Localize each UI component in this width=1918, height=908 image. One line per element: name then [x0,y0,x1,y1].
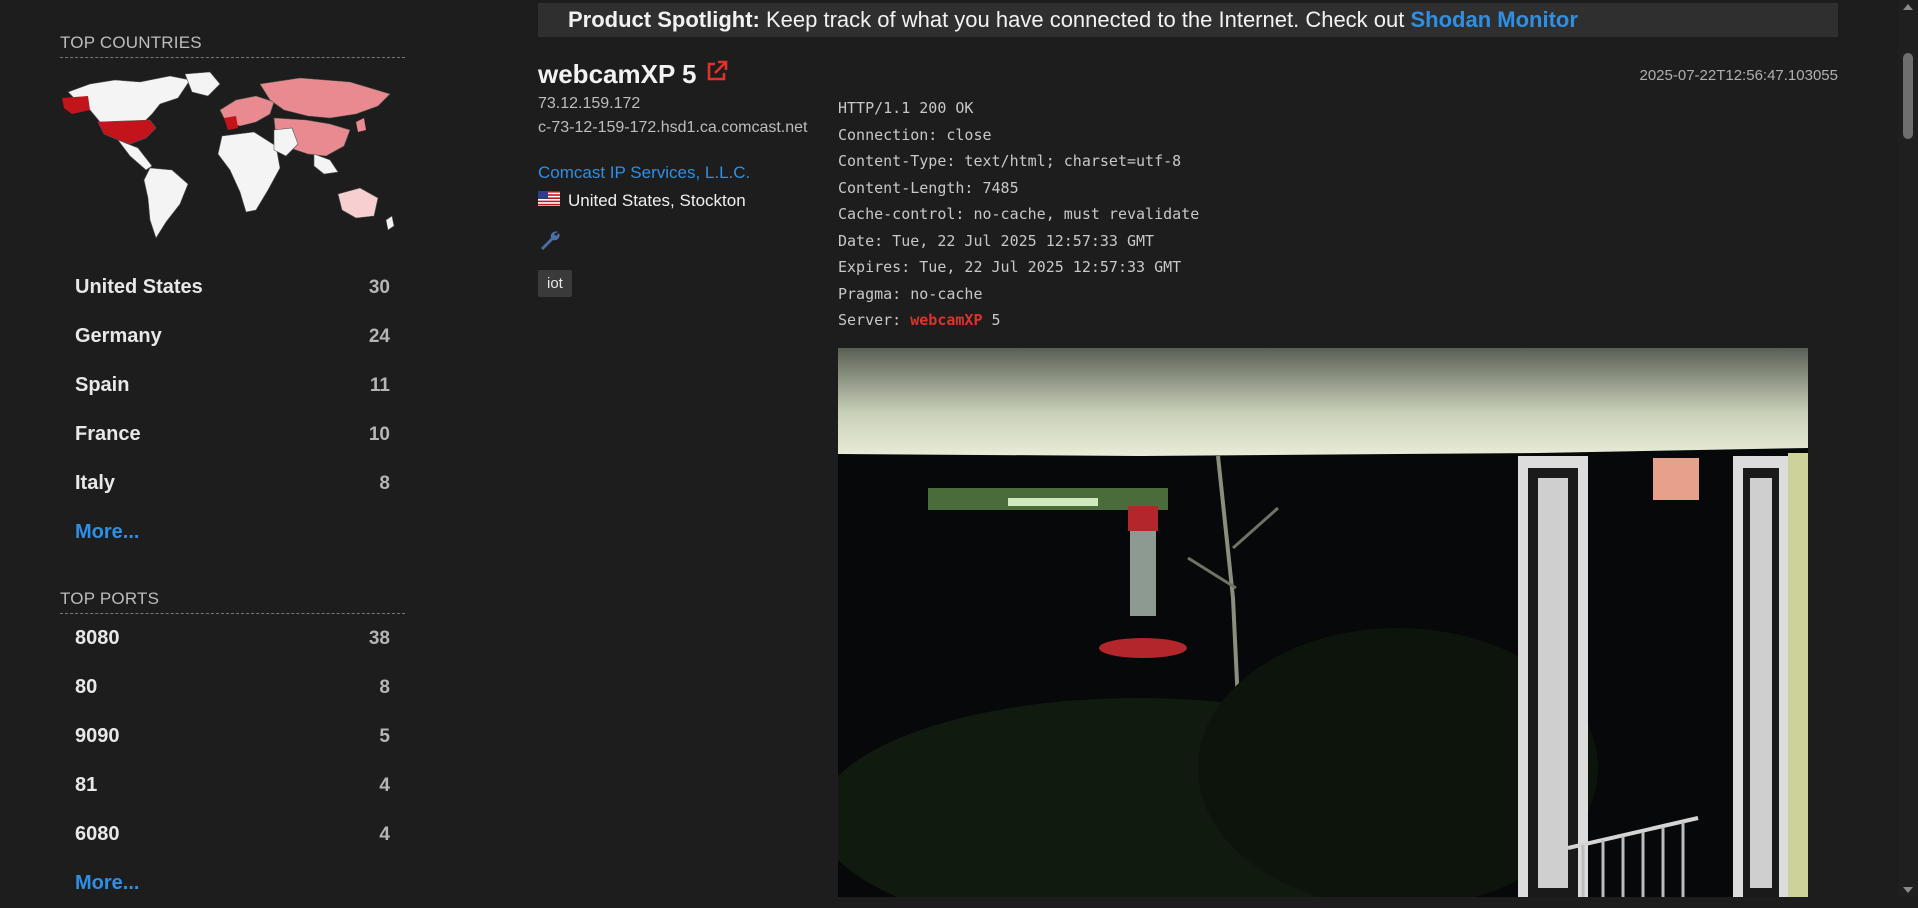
banner-line: Content-Length: 7485 [838,178,1019,197]
country-row[interactable]: France 10 [60,410,405,459]
country-name[interactable]: United States [75,276,203,299]
port-row[interactable]: 6080 4 [60,810,405,859]
port-count: 4 [379,823,390,845]
result-timestamp: 2025-07-22T12:56:47.103055 [1639,67,1838,84]
port-number[interactable]: 6080 [75,823,120,846]
scrollbar-thumb[interactable] [1903,53,1913,139]
port-row[interactable]: 81 4 [60,761,405,810]
organization-link[interactable]: Comcast IP Services, L.L.C. [538,163,750,183]
external-link-icon[interactable] [705,59,729,90]
banner-line: Content-Type: text/html; charset=utf-8 [838,152,1182,170]
country-row[interactable]: United States 30 [60,263,405,312]
country-count: 24 [368,325,390,347]
port-count: 38 [368,627,390,649]
server-version: 5 [982,311,1001,329]
wrench-icon[interactable] [538,228,562,257]
country-name[interactable]: France [75,423,141,446]
country-count: 11 [369,374,390,396]
top-countries-title: TOP COUNTRIES [60,33,405,58]
result-title: webcamXP 5 [538,59,729,90]
port-number[interactable]: 81 [75,774,97,797]
country-row[interactable]: Germany 24 [60,312,405,361]
shodan-monitor-link[interactable]: Shodan Monitor [1410,7,1577,32]
banner-line: Expires: Tue, 22 Jul 2025 12:57:33 GMT [838,258,1182,276]
us-flag-icon [538,191,560,211]
spotlight-text: Keep track of what you have connected to… [759,7,1411,32]
page-scrollbar[interactable] [1898,0,1918,897]
product-spotlight-banner: Product Spotlight: Keep track of what yo… [538,3,1838,37]
port-number[interactable]: 9090 [75,725,120,748]
world-map[interactable] [60,70,405,240]
banner-line: HTTP/1.1 200 OK [838,99,974,117]
country-name[interactable]: Germany [75,325,162,348]
scroll-up-arrow-icon[interactable] [1903,4,1913,10]
port-number[interactable]: 8080 [75,627,120,650]
top-countries-list: United States 30 Germany 24 Spain 11 Fra… [60,263,405,557]
banner-server-line: Server: webcamXP 5 [838,307,1199,334]
country-row[interactable]: Italy 8 [60,459,405,508]
banner-line: Cache-control: no-cache, must revalidate [838,205,1200,223]
port-number[interactable]: 80 [75,676,97,699]
country-row[interactable]: Spain 11 [60,361,405,410]
server-product: webcamXP [910,311,983,329]
search-result: webcamXP 5 2025-07-22T12:56:47.103055 73… [538,55,1838,897]
countries-more-link[interactable]: More... [60,508,405,557]
port-row[interactable]: 9090 5 [60,712,405,761]
country-name[interactable]: Spain [75,374,129,397]
hostname: c-73-12-159-172.hsd1.ca.comcast.net [538,119,808,136]
port-row[interactable]: 80 8 [60,663,405,712]
scroll-down-arrow-icon[interactable] [1903,887,1913,893]
banner-line: Pragma: no-cache [838,284,983,303]
port-count: 8 [379,676,390,698]
location-text: United States, Stockton [568,191,746,210]
webcam-screenshot[interactable] [838,348,1808,897]
tag-iot[interactable]: iot [538,270,572,297]
country-count: 30 [368,276,390,298]
service-banner: HTTP/1.1 200 OK Connection: close Content-… [838,95,1199,334]
ports-more-link[interactable]: More... [60,859,405,908]
sidebar: TOP COUNTRIES [60,0,405,240]
port-count: 4 [379,774,390,796]
top-ports-title: TOP PORTS [60,589,405,614]
location: United States, Stockton [538,191,746,211]
port-row[interactable]: 8080 38 [60,614,405,663]
result-title-text[interactable]: webcamXP 5 [538,59,697,90]
port-count: 5 [379,725,390,747]
country-name[interactable]: Italy [75,472,115,495]
banner-line: Date: Tue, 22 Jul 2025 12:57:33 GMT [838,231,1155,250]
spotlight-label: Product Spotlight: [568,7,760,32]
country-count: 10 [368,423,390,445]
banner-line: Connection: close [838,125,992,144]
ip-address[interactable]: 73.12.159.172 [538,95,640,113]
server-label: Server: [838,311,911,329]
country-count: 8 [379,472,390,494]
top-ports-list: 8080 38 80 8 9090 5 81 4 6080 4 More... [60,614,405,908]
